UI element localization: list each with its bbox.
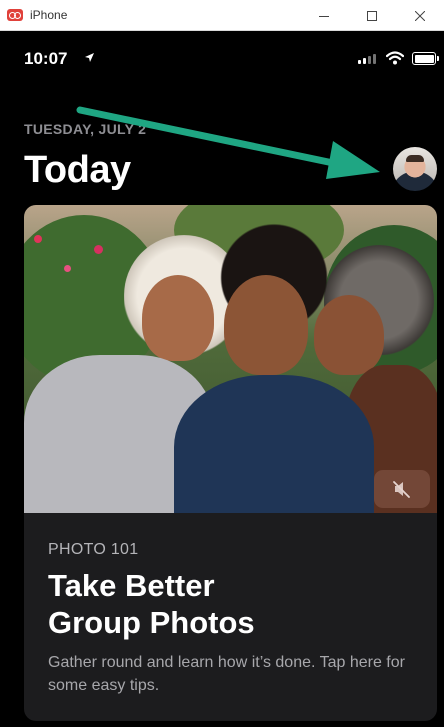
app-logo-icon — [7, 9, 23, 21]
story-text: PHOTO 101 Take Better Group Photos Gathe… — [48, 541, 418, 697]
speaker-muted-icon — [393, 481, 410, 498]
minimize-button[interactable] — [300, 0, 348, 31]
phone-screen: 10:07 TUESDAY, JULY 2 Today PHOTO 101 Ta… — [8, 31, 444, 727]
window-controls — [300, 0, 444, 31]
mute-button[interactable] — [374, 470, 430, 508]
signal-icon — [358, 54, 376, 64]
profile-avatar[interactable] — [393, 147, 437, 191]
wifi-icon — [386, 51, 404, 65]
close-icon — [415, 10, 425, 21]
story-description: Gather round and learn how it’s done. Ta… — [48, 654, 405, 694]
story-card[interactable]: PHOTO 101 Take Better Group Photos Gathe… — [24, 205, 437, 721]
status-time: 10:07 — [24, 49, 68, 68]
date-label: TUESDAY, JULY 2 — [24, 121, 147, 137]
window-title-bar: iPhone — [0, 0, 444, 31]
window-title: iPhone — [30, 8, 68, 22]
maximize-button[interactable] — [348, 0, 396, 31]
story-photo — [24, 205, 437, 513]
story-eyebrow: PHOTO 101 — [48, 541, 139, 558]
close-button[interactable] — [396, 0, 444, 31]
story-title: Take Better Group Photos — [48, 568, 255, 640]
page-title: Today — [24, 149, 131, 191]
location-arrow-icon — [85, 53, 94, 62]
maximize-icon — [367, 10, 377, 21]
minimize-icon — [319, 15, 329, 17]
battery-icon — [412, 52, 439, 65]
